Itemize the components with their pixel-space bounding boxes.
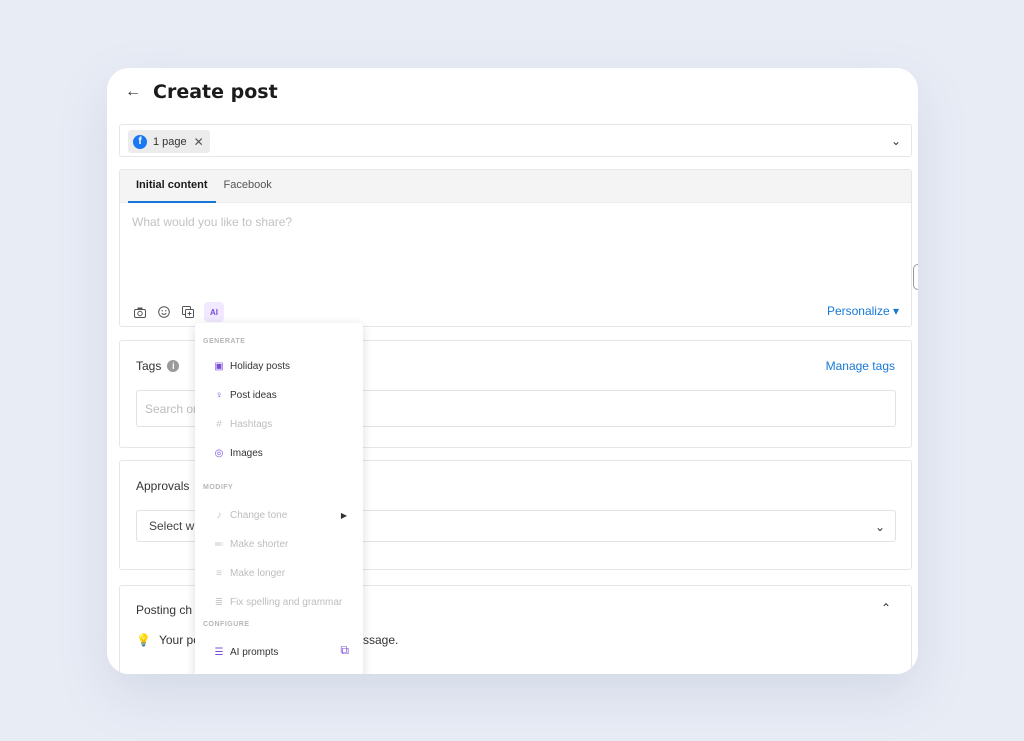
tags-label: Tags: [136, 359, 162, 373]
page-chip-label: 1 page: [153, 135, 187, 148]
external-link-icon[interactable]: ⧉: [340, 643, 349, 658]
menu-item-images[interactable]: ◎ Images: [213, 445, 263, 461]
editor-tabs: Initial content Facebook: [120, 170, 911, 203]
media-library-icon[interactable]: [180, 305, 195, 320]
menu-item-label: Make shorter: [230, 538, 289, 550]
editor-toolbar: AI: [132, 302, 224, 322]
menu-item-fix-spelling[interactable]: ≣ Fix spelling and grammar: [213, 594, 342, 610]
menu-item-make-longer[interactable]: ≡ Make longer: [213, 565, 285, 581]
menu-item-change-tone[interactable]: ♪ Change tone: [213, 507, 288, 523]
posting-tip-start: Your po: [158, 633, 200, 647]
info-icon[interactable]: i: [167, 360, 180, 372]
image-icon: ◎: [214, 447, 224, 459]
lightbulb-icon: ♀: [215, 389, 223, 401]
side-panel-handle[interactable]: [913, 264, 918, 290]
chevron-up-icon[interactable]: ⌃: [881, 601, 891, 615]
menu-item-label: Images: [230, 447, 263, 459]
tone-icon: ♪: [216, 509, 222, 521]
chevron-down-icon[interactable]: ⌄: [875, 520, 885, 534]
calendar-icon: ▣: [214, 360, 224, 372]
menu-item-label: Post ideas: [230, 389, 277, 401]
page-title: Create post: [153, 81, 278, 103]
menu-item-label: Fix spelling and grammar: [230, 596, 343, 608]
posting-tip: 💡 Your po: [136, 633, 200, 647]
longer-icon: ≡: [216, 567, 222, 579]
ai-assistant-icon[interactable]: AI: [204, 302, 224, 322]
menu-item-label: Hashtags: [230, 418, 273, 430]
facebook-icon: f: [133, 134, 147, 149]
camera-icon[interactable]: [132, 305, 147, 320]
menu-heading-configure: CONFIGURE: [203, 621, 250, 628]
emoji-icon[interactable]: [156, 305, 171, 320]
menu-item-holiday-posts[interactable]: ▣ Holiday posts: [213, 358, 290, 374]
menu-item-label: Change tone: [230, 509, 288, 521]
approvals-select-value: Select w: [149, 519, 195, 533]
menu-item-hashtags[interactable]: # Hashtags: [213, 416, 272, 432]
lightbulb-icon: 💡: [136, 633, 151, 647]
approvals-label: Approvals: [136, 479, 190, 493]
menu-heading-generate: GENERATE: [203, 338, 246, 345]
posting-tip-end: ssage.: [363, 633, 399, 647]
menu-item-label: AI prompts: [230, 646, 279, 658]
post-text-input[interactable]: What would you like to share?: [132, 215, 292, 229]
personalize-button[interactable]: Personalize ▾: [827, 304, 899, 318]
chevron-down-icon[interactable]: ⌄: [891, 134, 901, 148]
tab-facebook[interactable]: Facebook: [216, 170, 280, 203]
menu-item-label: Make longer: [230, 567, 286, 579]
arrow-left-icon[interactable]: ←: [125, 83, 143, 101]
shorter-icon: ≕: [214, 538, 224, 550]
page-header: ← Create post: [125, 80, 278, 104]
menu-item-label: Holiday posts: [230, 360, 291, 372]
manage-tags-link[interactable]: Manage tags: [826, 359, 895, 373]
posting-checks-label: Posting ch: [136, 603, 193, 617]
ai-assistant-menu: GENERATE ▣ Holiday posts ♀ Post ideas # …: [195, 323, 363, 674]
close-icon[interactable]: ✕: [194, 135, 204, 149]
post-editor: Initial content Facebook What would you …: [119, 169, 912, 327]
page-chip[interactable]: f 1 page ✕: [128, 130, 210, 153]
menu-item-ai-prompts[interactable]: ☰ AI prompts: [213, 644, 279, 660]
tags-heading: Tags i: [136, 359, 180, 373]
spellcheck-icon: ≣: [214, 596, 224, 608]
page-selector[interactable]: f 1 page ✕ ⌄: [119, 124, 912, 157]
caret-right-icon: ▶: [340, 511, 347, 520]
tab-initial-content[interactable]: Initial content: [128, 170, 216, 203]
prompts-icon: ☰: [214, 646, 224, 658]
create-post-card: ← Create post f 1 page ✕ ⌄ Initial conte…: [107, 68, 918, 674]
menu-heading-modify: MODIFY: [203, 484, 234, 491]
menu-item-make-shorter[interactable]: ≕ Make shorter: [213, 536, 288, 552]
menu-item-post-ideas[interactable]: ♀ Post ideas: [213, 387, 277, 403]
hashtag-icon: #: [216, 418, 222, 430]
